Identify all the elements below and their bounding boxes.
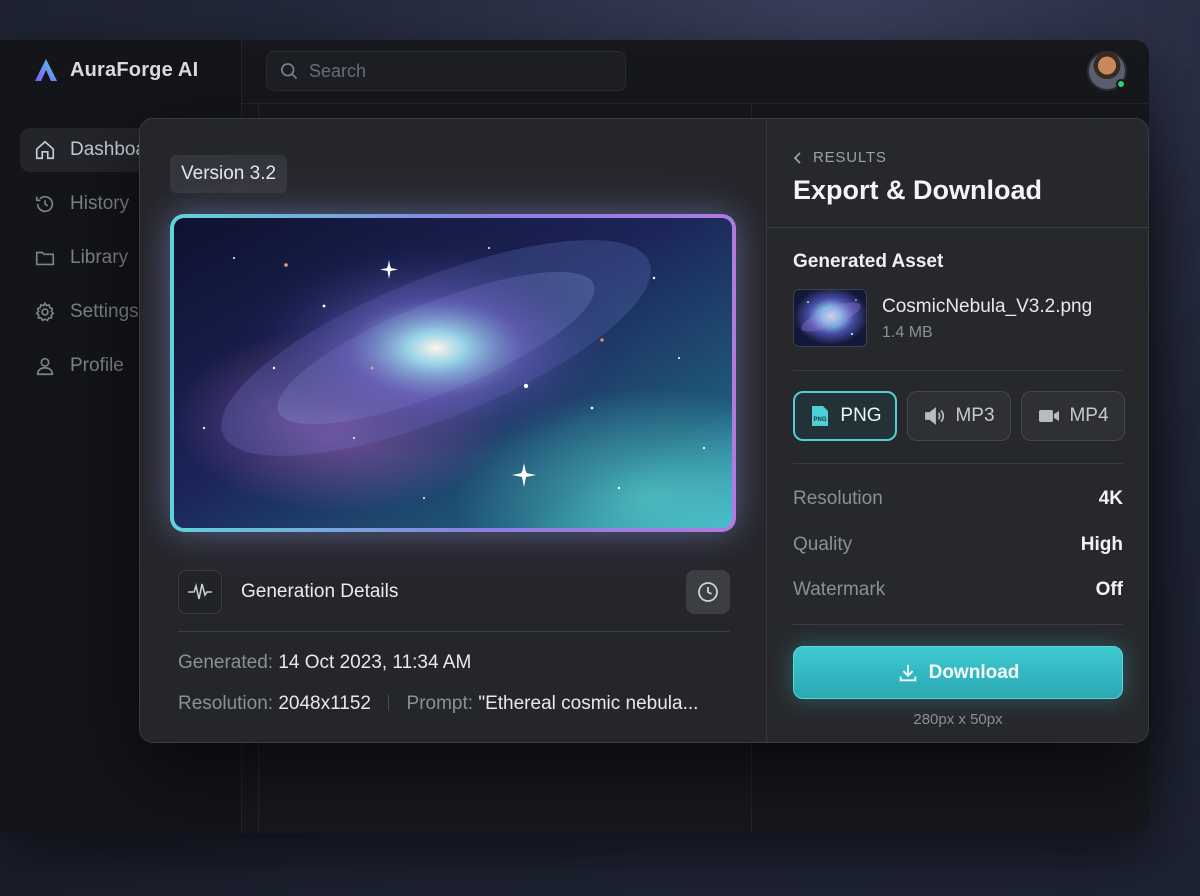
back-to-results-link[interactable]: RESULTS <box>793 149 887 166</box>
resolution-label: Resolution: <box>178 693 274 714</box>
spec-value: Off <box>1095 579 1123 600</box>
spec-label: Quality <box>793 534 853 555</box>
home-icon <box>35 140 55 160</box>
png-file-icon: PNG <box>812 406 829 426</box>
format-selector: PNG PNG MP3 MP4 <box>793 391 1125 441</box>
divider <box>793 463 1123 464</box>
back-label: RESULTS <box>813 149 887 166</box>
sidebar-item-label: Library <box>70 247 129 268</box>
nebula-preview-image <box>174 218 732 528</box>
download-label: Download <box>928 661 1020 683</box>
preview-pane: Version 3.2 Generation Details Generated… <box>140 119 766 742</box>
sidebar-item-label: History <box>70 193 130 214</box>
format-mp4-button[interactable]: MP4 <box>1021 391 1125 441</box>
resolution-value: 2048x1152 <box>278 693 371 714</box>
spec-value: 4K <box>1098 488 1123 509</box>
export-modal: Version 3.2 Generation Details Generated… <box>139 118 1149 743</box>
brand-logo-icon <box>35 59 57 81</box>
divider <box>767 227 1148 228</box>
export-panel: RESULTS Export & Download Generated Asse… <box>766 119 1148 742</box>
chevron-left-icon <box>793 151 801 164</box>
asset-thumbnail <box>793 289 867 347</box>
online-status-dot <box>1116 79 1126 89</box>
format-mp3-button[interactable]: MP3 <box>907 391 1011 441</box>
spec-watermark: Watermark Off <box>793 579 1123 601</box>
divider <box>793 370 1123 371</box>
format-label: MP4 <box>1069 405 1109 426</box>
format-label: MP3 <box>955 405 995 426</box>
history-button[interactable] <box>686 570 730 614</box>
resolution-prompt-meta: Resolution: 2048x1152 Prompt: "Ethereal … <box>178 693 698 715</box>
spec-label: Watermark <box>793 579 886 600</box>
history-icon <box>35 195 54 213</box>
prompt-value: "Ethereal cosmic nebula... <box>478 693 699 714</box>
brand-name: AuraForge AI <box>70 58 199 81</box>
video-camera-icon <box>1039 410 1060 422</box>
brand[interactable]: AuraForge AI <box>32 56 198 84</box>
sidebar-item-label: Settings <box>70 301 139 322</box>
folder-icon <box>35 251 55 266</box>
spec-label: Resolution <box>793 488 883 509</box>
generated-meta: Generated: 14 Oct 2023, 11:34 AM <box>178 652 471 674</box>
asset-filename: CosmicNebula_V3.2.png <box>882 296 1093 317</box>
generation-details-title: Generation Details <box>241 581 399 602</box>
preview-frame <box>170 214 736 532</box>
download-button-caption: 280px x 50px <box>913 711 1003 728</box>
separator <box>388 695 390 711</box>
section-label: Generated Asset <box>793 251 944 272</box>
generated-value: 14 Oct 2023, 11:34 AM <box>278 652 472 673</box>
spec-resolution: Resolution 4K <box>793 488 1123 510</box>
sidebar-item-label: Profile <box>70 355 124 376</box>
search-icon <box>281 63 298 80</box>
user-icon <box>36 357 54 376</box>
spec-quality: Quality High <box>793 534 1123 556</box>
generation-details-header: Generation Details <box>178 569 730 615</box>
panel-title: Export & Download <box>793 175 1042 205</box>
svg-text:PNG: PNG <box>814 417 827 423</box>
spec-value: High <box>1080 534 1123 555</box>
prompt-label: Prompt: <box>406 693 474 714</box>
download-button[interactable]: Download <box>793 646 1123 699</box>
format-label: PNG <box>840 405 882 426</box>
asset-filesize: 1.4 MB <box>882 324 933 341</box>
divider <box>178 631 730 632</box>
gear-icon <box>35 301 55 322</box>
clock-icon <box>698 582 718 602</box>
speaker-icon <box>925 407 945 425</box>
activity-pulse-icon <box>178 570 222 614</box>
generated-label: Generated: <box>178 652 274 673</box>
avatar[interactable] <box>1087 51 1127 91</box>
version-badge: Version 3.2 <box>170 155 288 193</box>
divider <box>793 624 1123 625</box>
format-png-button[interactable]: PNG PNG <box>793 391 897 441</box>
topbar <box>242 40 1149 104</box>
search-box[interactable] <box>266 51 626 91</box>
search-input[interactable] <box>309 60 609 82</box>
download-icon <box>899 664 916 681</box>
